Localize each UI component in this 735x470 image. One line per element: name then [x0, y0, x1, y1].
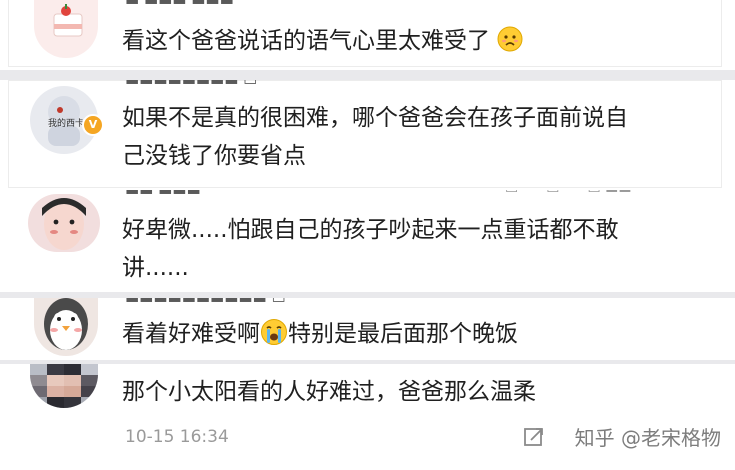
share-icon[interactable]	[523, 426, 545, 448]
comment-text-line2: 己没钱了你要省点	[122, 143, 306, 169]
comment-card: 那个小太阳看的人好难过，爸爸那么温柔	[0, 364, 735, 470]
avatar-image-icon	[42, 198, 86, 250]
username-cut: ▬▬▬▬▬▬▬▬ ▭	[125, 80, 325, 88]
comment-text-line2: 讲......	[122, 255, 189, 281]
avatar[interactable]	[28, 194, 100, 252]
username-cut: ▬▬ ▬▬▬	[125, 190, 265, 198]
penguin-avatar-icon	[44, 298, 88, 350]
comment-text: 那个小太阳看的人好难过，爸爸那么温柔	[122, 379, 536, 405]
username-cut: ▬ ▬▬▬ ▬▬▬	[125, 0, 325, 8]
action-bar-cut: ▭▭▭ ▬▬	[505, 190, 735, 198]
comment-card: 我的西卡 V ▬▬▬▬▬▬▬▬ ▭ 如果不是真的很困难，哪个爸爸会在孩子面前说自…	[0, 80, 735, 190]
avatar[interactable]	[34, 298, 98, 356]
timestamp: 10-15 16:34	[125, 427, 229, 447]
comment-text-line1: 好卑微.....怕跟自己的孩子吵起来一点重话都不敢	[122, 217, 619, 243]
comment-card: ▬ ▬▬▬ ▬▬▬ 看这个爸爸说话的语气心里太难受了	[0, 0, 735, 70]
comment-card: ▬▬ ▬▬▬ ▭▭▭ ▬▬ 好卑微.....怕跟自己的孩子吵起来一点重话都不敢 …	[0, 190, 735, 292]
avatar[interactable]	[30, 364, 98, 408]
avatar-label: 我的西卡	[48, 119, 85, 129]
pixelated-avatar-icon	[30, 364, 98, 408]
username-cut: ▬▬▬▬▬▬▬▬▬▬ ▭	[125, 298, 455, 306]
crying-face-emoji-icon	[261, 319, 287, 345]
separator	[0, 70, 735, 80]
comment-card: ▬▬▬▬▬▬▬▬▬▬ ▭ 看着好难受啊 特别是最后面那个晚饭	[0, 298, 735, 360]
watermark: 知乎 @老宋格物	[574, 426, 721, 450]
comment-text: 看这个爸爸说话的语气心里太难受了	[122, 22, 523, 60]
sad-face-emoji-icon	[497, 26, 523, 52]
comment-text: 看着好难受啊 特别是最后面那个晚饭	[122, 315, 518, 353]
comment-text-line1: 如果不是真的很困难，哪个爸爸会在孩子面前说自	[122, 105, 628, 131]
verified-badge-icon: V	[82, 114, 104, 136]
